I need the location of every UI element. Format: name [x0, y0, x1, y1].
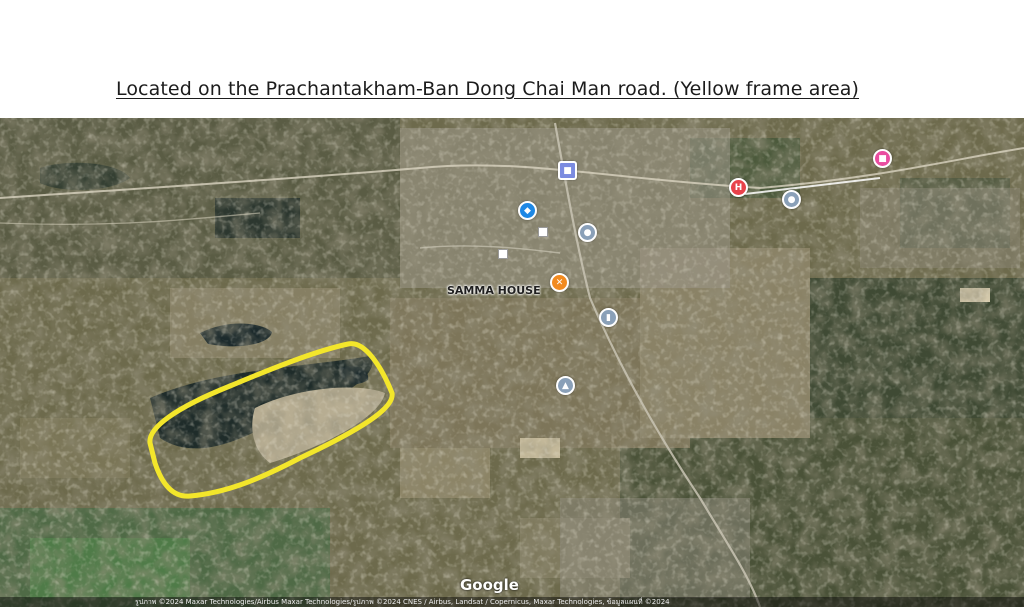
- road-badge: [538, 227, 549, 237]
- shop-icon[interactable]: ■: [873, 149, 892, 168]
- place-icon[interactable]: ●: [782, 190, 801, 209]
- temple-icon[interactable]: ▲: [556, 376, 575, 395]
- map-attribution: รูปภาพ ©2024 Maxar Technologies/Airbus M…: [0, 597, 1024, 607]
- road-badge: [498, 249, 509, 259]
- store-icon[interactable]: ■: [558, 161, 577, 180]
- restaurant-icon[interactable]: ✕: [550, 273, 569, 292]
- place-label-samma-house: SAMMA HOUSE: [447, 284, 541, 297]
- google-logo: Google: [460, 576, 519, 594]
- place-icon[interactable]: ●: [578, 223, 597, 242]
- shopping-icon[interactable]: ◆: [518, 201, 537, 220]
- hospital-icon[interactable]: H: [729, 178, 748, 197]
- building-icon[interactable]: ▮: [599, 308, 618, 327]
- satellite-map[interactable]: SAMMA HOUSE ■ ◆ ● ✕ ▮ ▲ H ● ■ Google รูป…: [0, 118, 1024, 607]
- page-title: Located on the Prachantakham-Ban Dong Ch…: [115, 78, 859, 100]
- map-imagery: [0, 118, 1024, 607]
